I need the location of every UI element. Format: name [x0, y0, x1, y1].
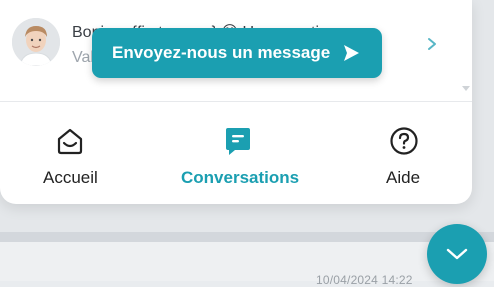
nav-item-conversations[interactable]: Conversations — [170, 102, 305, 204]
chat-bubble-icon — [226, 128, 250, 155]
nav-item-home[interactable]: Accueil — [30, 102, 110, 204]
chevron-down-icon — [446, 248, 468, 260]
send-message-button-label: Envoyez-nous un message — [112, 43, 331, 62]
conversation-sender-name: Val — [72, 49, 94, 66]
background-date: 10/04/2024 14:22 — [316, 273, 413, 287]
send-message-button[interactable]: Envoyez-nous un message — [92, 28, 382, 78]
chevron-right-icon — [428, 38, 436, 50]
help-icon — [390, 127, 418, 155]
avatar — [12, 18, 60, 66]
person-avatar-icon — [12, 18, 60, 66]
nav-item-help[interactable]: Aide — [370, 102, 440, 204]
home-icon — [57, 128, 83, 155]
background-lower-area — [0, 242, 494, 281]
launcher-close-button[interactable] — [427, 224, 487, 284]
background-band — [0, 232, 494, 242]
nav-item-conversations-label: Conversations — [181, 168, 300, 187]
nav-item-help-label: Aide — [386, 168, 421, 187]
nav-item-home-label: Accueil — [43, 168, 98, 187]
scroll-down-arrow-icon[interactable] — [462, 84, 470, 92]
send-icon — [344, 45, 359, 61]
bottom-navigation: Accueil Conversations Aide — [0, 102, 472, 204]
